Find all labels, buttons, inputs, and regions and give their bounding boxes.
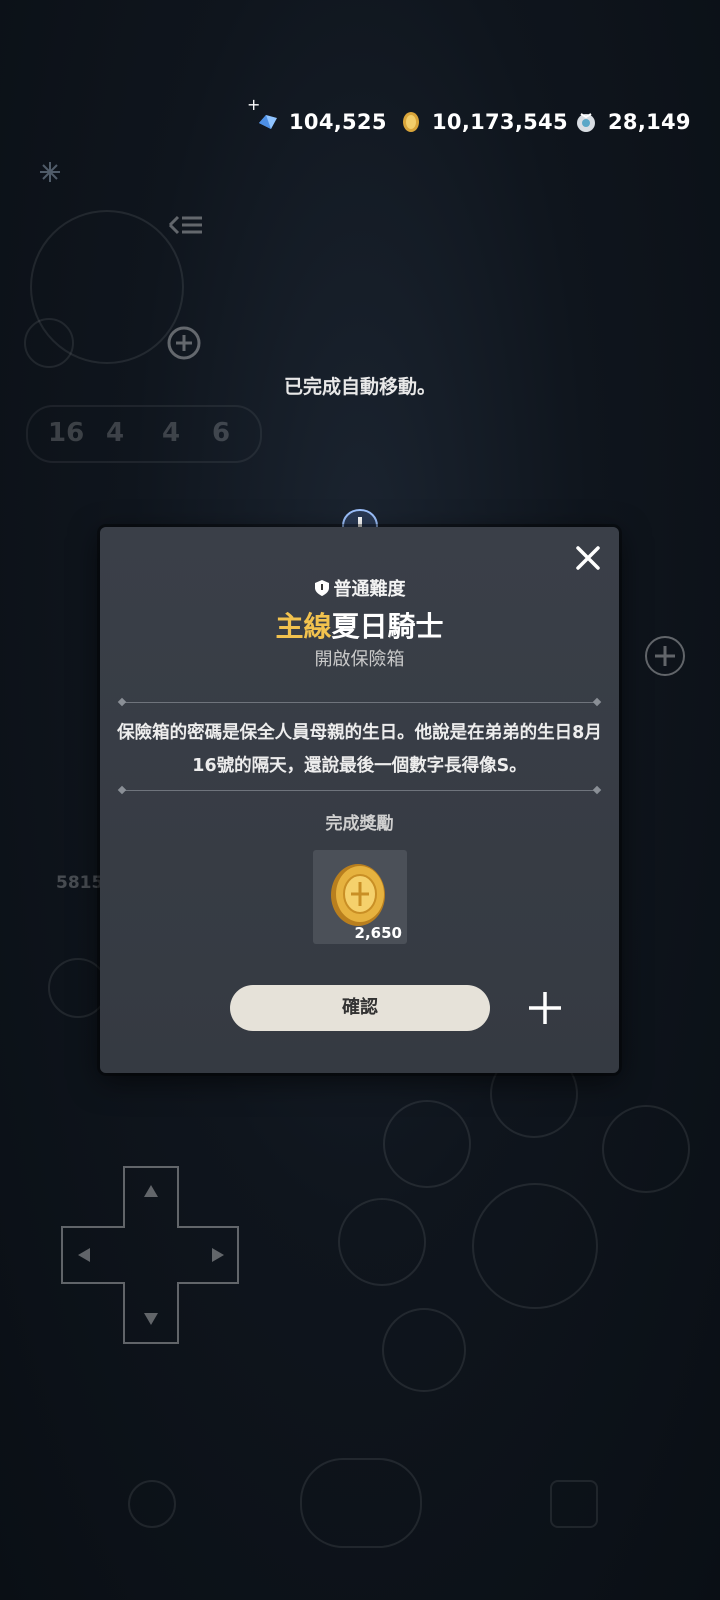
difficulty-text: 普通難度 xyxy=(333,579,406,600)
search-skill-icon[interactable] xyxy=(338,1198,426,1286)
gold-coin-icon xyxy=(403,112,419,132)
reward-label: 完成獎勵 xyxy=(325,814,394,834)
plus-icon[interactable] xyxy=(525,988,565,1028)
divider xyxy=(122,790,597,791)
star-skill-icon[interactable] xyxy=(48,958,108,1018)
reward-quantity: 2,650 xyxy=(354,924,402,942)
confirm-button[interactable]: 確認 xyxy=(230,985,490,1031)
gem-pouch-icon xyxy=(577,113,595,132)
close-icon[interactable] xyxy=(571,541,605,575)
gold-coin-icon xyxy=(331,864,385,926)
spike-skill-icon[interactable] xyxy=(382,1308,466,1392)
difficulty-label: 普通難度 xyxy=(100,575,619,601)
quest-description: 保險箱的密碼是保全人員母親的生日。他說是在弟弟的生日8月16號的隔天，還說最後一… xyxy=(117,723,602,776)
currency-gold-value: 10,173,545 xyxy=(432,110,568,134)
food-value: 5815 xyxy=(56,873,104,893)
currency-gold: 10,173,545 xyxy=(400,110,568,134)
currency-gem: 28,149 xyxy=(574,110,691,134)
add-circle-icon[interactable] xyxy=(166,325,202,361)
sword-skill-icon[interactable] xyxy=(24,318,74,368)
skill-slot[interactable] xyxy=(383,1100,471,1188)
shield-icon xyxy=(314,580,329,596)
currency-gem-value: 28,149 xyxy=(608,110,691,134)
stat-value: 6 xyxy=(212,418,231,448)
quest-subtitle: 開啟保險箱 xyxy=(314,649,405,670)
quest-title: 主線夏日騎士 xyxy=(100,605,619,645)
auto-move-toast: 已完成自動移動。 xyxy=(283,376,436,398)
dash-button[interactable] xyxy=(472,1183,598,1309)
dpad[interactable] xyxy=(60,1165,240,1345)
stat-value: 4 xyxy=(162,418,181,448)
quest-name: 夏日騎士 xyxy=(331,610,444,643)
currency-crystal-value: 104,525 xyxy=(289,110,387,134)
quest-type: 主線 xyxy=(275,610,332,643)
crystal-icon xyxy=(259,115,277,129)
quest-list-icon[interactable] xyxy=(168,212,204,238)
home-button[interactable] xyxy=(300,1458,422,1548)
skill-slot[interactable] xyxy=(602,1105,690,1193)
stat-value: 4 xyxy=(106,418,125,448)
snowflake-icon xyxy=(40,162,60,182)
stat-value: 16 xyxy=(48,418,85,448)
currency-crystal: 104,525 xyxy=(257,110,387,134)
quest-dialog: 普通難度 主線夏日騎士 開啟保險箱 保險箱的密碼是保全人員母親的生日。他說是在弟… xyxy=(100,527,619,1073)
bag-icon[interactable] xyxy=(550,1480,598,1528)
divider xyxy=(122,702,597,703)
add-circle-icon[interactable] xyxy=(643,634,687,678)
reward-item[interactable]: 2,650 xyxy=(313,850,407,944)
character-icon[interactable] xyxy=(128,1480,176,1528)
